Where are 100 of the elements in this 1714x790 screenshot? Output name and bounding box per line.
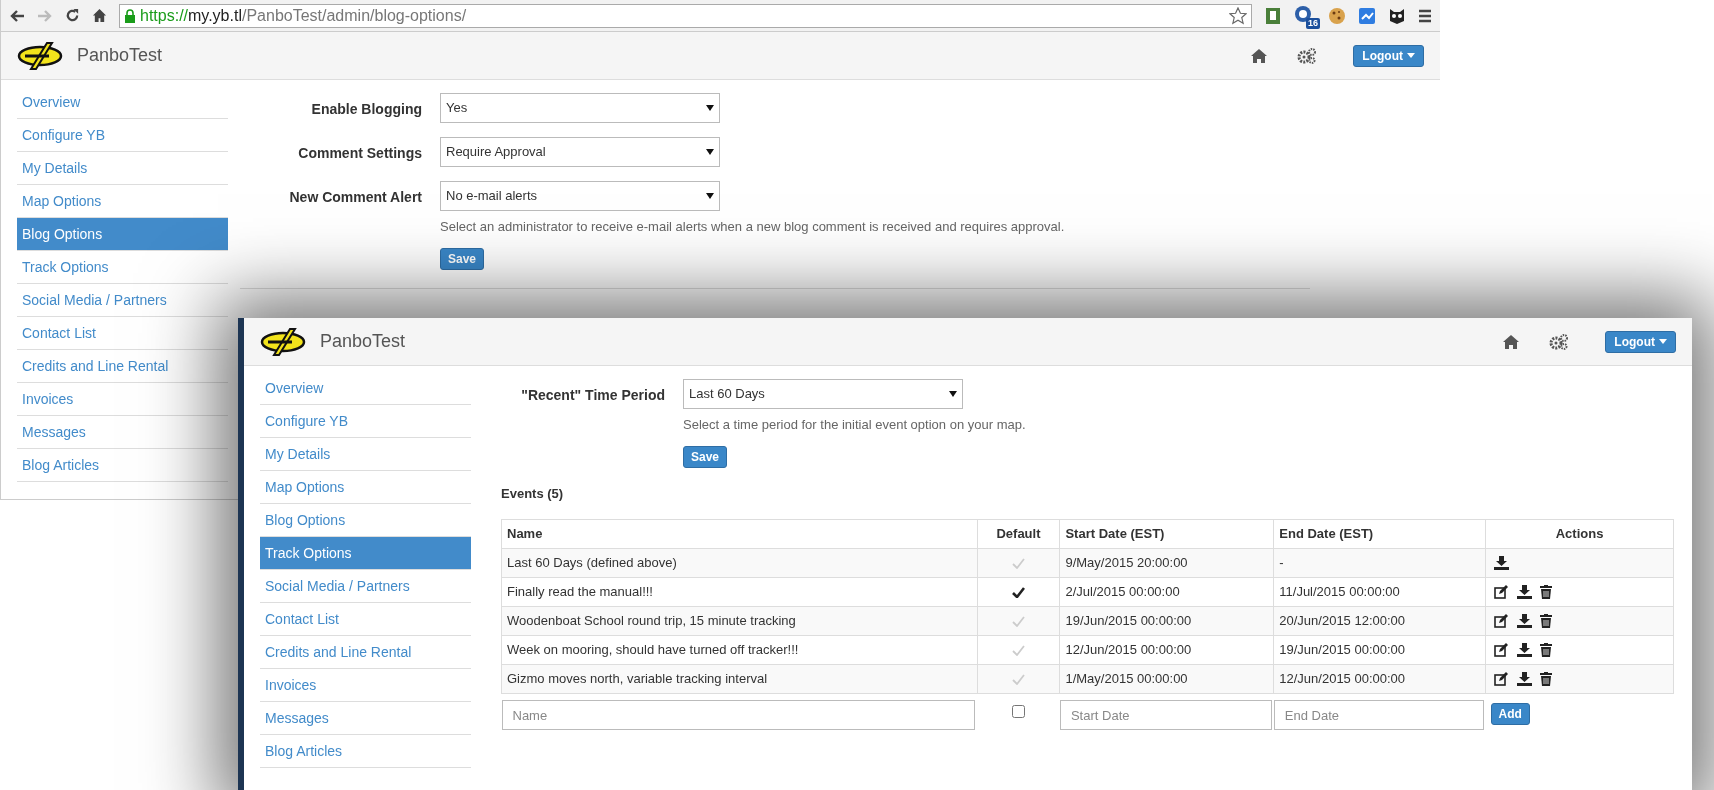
download-icon[interactable] xyxy=(1517,614,1533,628)
column-header: Default xyxy=(977,519,1060,549)
edit-icon[interactable] xyxy=(1494,585,1510,599)
help-text: Select an administrator to receive e-mail alerts when a new blog comment is received and requires approval. xyxy=(440,218,1065,236)
field-label: Comment Settings xyxy=(297,144,423,163)
sidebar-link[interactable]: My Details xyxy=(260,438,471,471)
column-header: Start Date (EST) xyxy=(1059,519,1274,549)
download-icon[interactable] xyxy=(1517,585,1533,599)
back-arrow-icon[interactable] xyxy=(9,8,25,23)
sidebar-link[interactable]: Blog Options xyxy=(17,218,228,251)
table-cell: - xyxy=(1273,548,1486,578)
brand-name[interactable]: PanboTest xyxy=(320,328,406,355)
save-button[interactable]: Save xyxy=(440,247,485,270)
table-cell: 20/Jun/2015 12:00:00 xyxy=(1273,606,1486,636)
section-heading: Events (5) xyxy=(501,484,565,503)
sidebar-link[interactable]: Map Options xyxy=(260,471,471,504)
field-label: "Recent" Time Period xyxy=(520,386,666,405)
column-header: Actions xyxy=(1485,519,1674,549)
sidebar-link[interactable]: Social Media / Partners xyxy=(260,570,471,603)
table-cell: 9/May/2015 20:00:00 xyxy=(1059,548,1274,578)
sidebar-link[interactable]: Invoices xyxy=(260,669,471,702)
download-icon[interactable] xyxy=(1517,672,1533,686)
download-icon[interactable] xyxy=(1517,643,1533,657)
field-label: New Comment Alert xyxy=(288,188,423,207)
cookie-icon[interactable] xyxy=(1328,6,1346,25)
sidebar-link[interactable]: Credits and Line Rental xyxy=(260,636,471,669)
download-icon[interactable] xyxy=(1494,556,1510,570)
table-cell: 12/Jun/2015 00:00:00 xyxy=(1059,635,1274,665)
sidebar-link[interactable]: Overview xyxy=(260,372,471,405)
trash-icon[interactable] xyxy=(1540,672,1553,686)
reload-icon[interactable] xyxy=(65,8,80,23)
caret-icon xyxy=(1407,53,1415,58)
chart-extension-icon[interactable] xyxy=(1358,6,1376,25)
save-button[interactable]: Save xyxy=(683,445,728,468)
home-icon[interactable] xyxy=(1251,48,1268,63)
sidebar-link[interactable]: Contact List xyxy=(17,317,228,350)
caret-icon xyxy=(706,149,714,155)
table-cell: 19/Jun/2015 00:00:00 xyxy=(1059,606,1274,636)
sidebar-link[interactable]: Social Media / Partners xyxy=(17,284,228,317)
table-cell: 1/May/2015 00:00:00 xyxy=(1059,664,1274,694)
default-checkbox[interactable] xyxy=(1011,705,1025,718)
caret-icon xyxy=(706,193,714,199)
notification-badge: 16 xyxy=(1306,17,1320,29)
table-cell: Finally read the manual!!! xyxy=(501,577,977,607)
dropdown[interactable]: Last 60 Days xyxy=(683,379,963,409)
logo-icon xyxy=(17,40,63,71)
sidebar-link[interactable]: Messages xyxy=(260,702,471,735)
table-cell: Week on mooring, should have turned off tracker!!! xyxy=(501,635,977,665)
table-cell: 19/Jun/2015 00:00:00 xyxy=(1273,635,1486,665)
sidebar-link[interactable]: Overview xyxy=(17,86,228,119)
caret-icon xyxy=(949,391,957,397)
sidebar-link[interactable]: Track Options xyxy=(17,251,228,284)
home-icon[interactable] xyxy=(92,8,107,23)
sidebar-link[interactable]: Invoices xyxy=(17,383,228,416)
table-cell: Gizmo moves north, variable tracking interval xyxy=(501,664,977,694)
column-header: End Date (EST) xyxy=(1273,519,1486,549)
edit-icon[interactable] xyxy=(1494,643,1510,657)
sidebar-link[interactable]: Blog Articles xyxy=(260,735,471,768)
sidebar-link[interactable]: Configure YB xyxy=(260,405,471,438)
field-label: Enable Blogging xyxy=(310,100,423,119)
trash-icon[interactable] xyxy=(1540,643,1553,657)
padlock-icon xyxy=(124,8,136,23)
extension-icon[interactable] xyxy=(1264,6,1282,25)
text-input[interactable]: End Date xyxy=(1273,700,1484,730)
edit-icon[interactable] xyxy=(1494,614,1510,628)
text-input[interactable]: Name xyxy=(501,700,975,730)
table-cell: 2/Jul/2015 00:00:00 xyxy=(1059,577,1274,607)
sidebar-link[interactable]: Credits and Line Rental xyxy=(17,350,228,383)
menu-icon[interactable] xyxy=(1418,8,1432,23)
trash-icon[interactable] xyxy=(1540,614,1553,628)
edit-icon[interactable] xyxy=(1494,672,1510,686)
add-button[interactable]: Add xyxy=(1490,703,1530,725)
logout-button[interactable]: Logout xyxy=(1353,44,1424,67)
sidebar-link[interactable]: Track Options xyxy=(260,537,471,570)
home-icon[interactable] xyxy=(1503,334,1520,349)
help-text: Select a time period for the initial event option on your map. xyxy=(683,416,1026,434)
sidebar-link[interactable]: My Details xyxy=(17,152,228,185)
settings-icon[interactable] xyxy=(1297,47,1318,64)
dropdown[interactable]: No e-mail alerts xyxy=(440,181,720,211)
sidebar-link[interactable]: Messages xyxy=(17,416,228,449)
table-cell: 12/Jun/2015 00:00:00 xyxy=(1273,664,1486,694)
column-header: Name xyxy=(501,519,977,549)
sidebar-link[interactable]: Blog Articles xyxy=(17,449,228,482)
dropdown[interactable]: Require Approval xyxy=(440,137,720,167)
table-cell: Last 60 Days (defined above) xyxy=(501,548,977,578)
trash-icon[interactable] xyxy=(1540,585,1553,599)
settings-icon[interactable] xyxy=(1549,333,1570,350)
table-cell: Woodenboat School round trip, 15 minute tracking xyxy=(501,606,977,636)
logo-icon xyxy=(260,326,306,357)
dropdown[interactable]: Yes xyxy=(440,93,720,123)
url-text: https://my.yb.tl/PanboTest/admin/blog-options/ xyxy=(140,5,467,26)
star-icon[interactable] xyxy=(1229,6,1247,25)
table-cell: 11/Jul/2015 00:00:00 xyxy=(1273,577,1486,607)
sidebar-link[interactable]: Contact List xyxy=(260,603,471,636)
logout-button[interactable]: Logout xyxy=(1605,330,1676,353)
address-bar[interactable]: https://my.yb.tl/PanboTest/admin/blog-options/ xyxy=(119,3,1252,28)
text-input[interactable]: Start Date xyxy=(1059,700,1272,730)
brand-name[interactable]: PanboTest xyxy=(77,42,163,69)
sidebar-link[interactable]: Configure YB xyxy=(17,119,228,152)
caret-icon xyxy=(1659,339,1667,344)
